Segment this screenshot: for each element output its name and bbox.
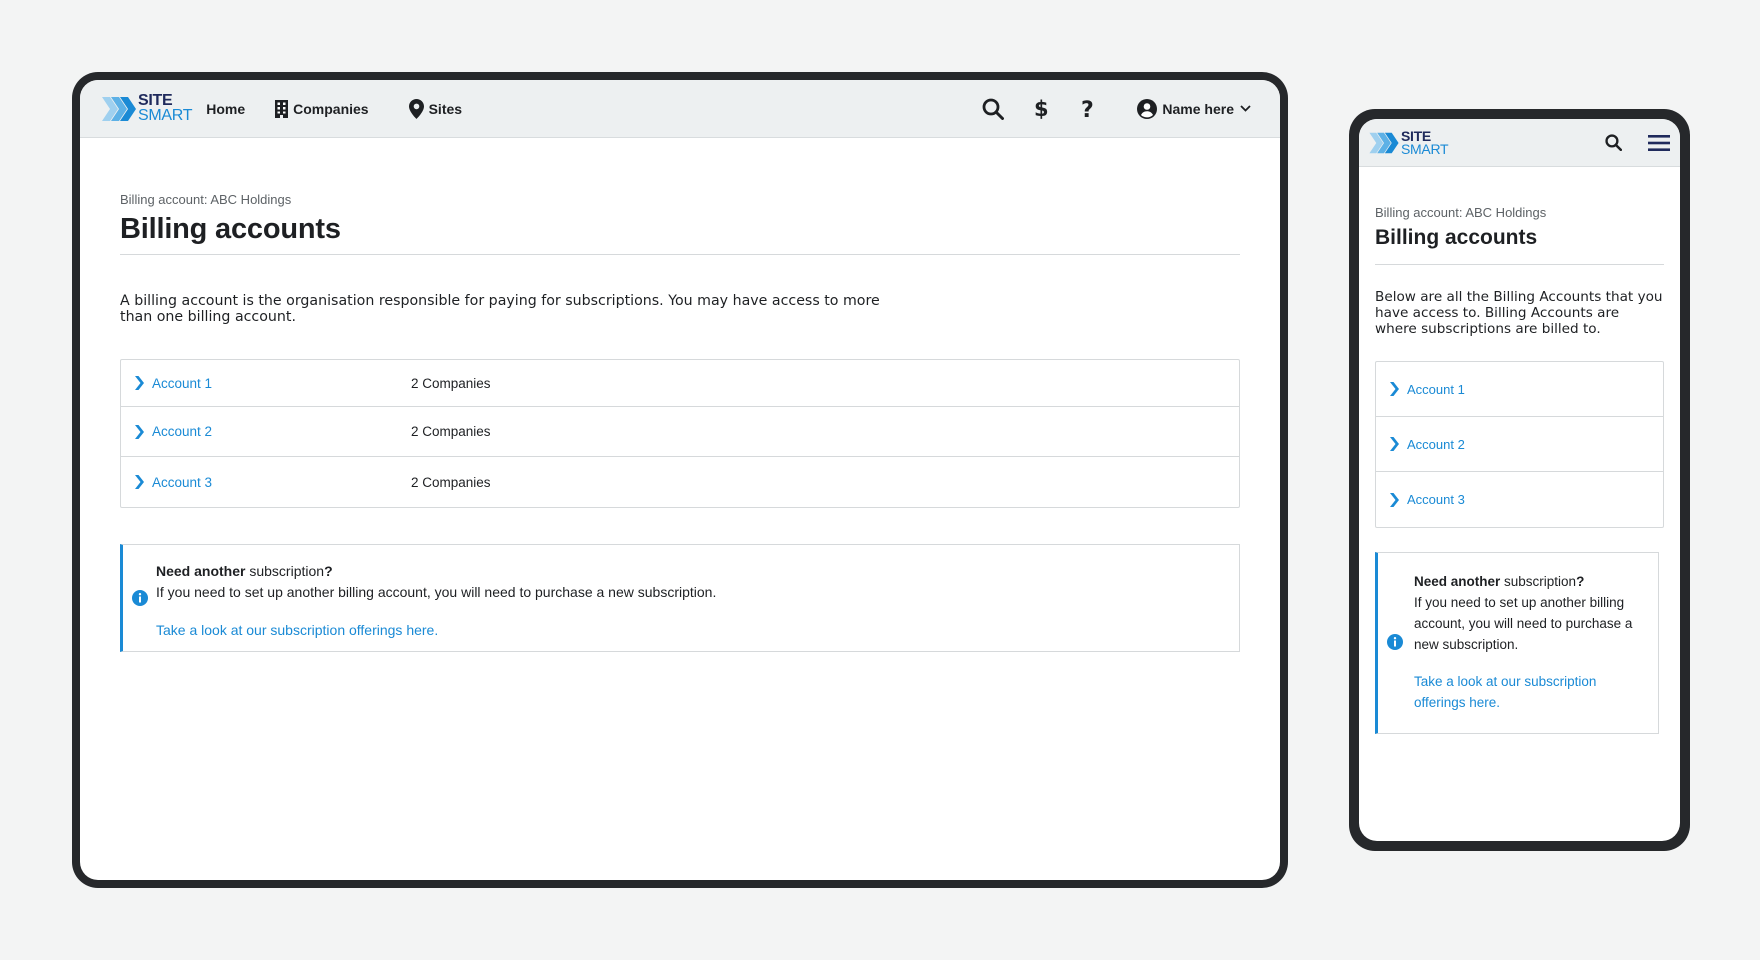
account-company-count: 2 Companies (411, 474, 491, 490)
search-icon[interactable] (981, 97, 1005, 121)
info-title-end: ? (1576, 574, 1585, 589)
account-link[interactable]: Account 1 (1390, 382, 1465, 397)
svg-text:?: ? (1081, 98, 1094, 120)
logo-smart-text: SMART (138, 106, 193, 124)
chevron-right-icon (135, 424, 144, 439)
info-title-end: ? (324, 563, 333, 579)
building-icon (275, 99, 289, 118)
info-body: If you need to set up another billing ac… (1414, 595, 1633, 652)
info-title-bold: Need another (1414, 574, 1501, 589)
account-link[interactable]: Account 2 (135, 424, 411, 439)
subscription-offerings-link[interactable]: Take a look at our subscription offering… (1414, 671, 1638, 713)
nav-companies-label: Companies (293, 100, 369, 117)
logo-smart-text: SMART (1401, 140, 1449, 157)
svg-text:$: $ (1034, 98, 1048, 120)
page-description: Below are all the Billing Accounts that … (1375, 289, 1663, 337)
subscription-info-callout: Need another subscription? If you need t… (120, 544, 1240, 652)
user-avatar-icon (1137, 98, 1158, 119)
sitesmart-logo[interactable]: SITE SMART (102, 92, 193, 124)
info-title-rest: subscription (1500, 574, 1577, 589)
account-name: Account 3 (152, 474, 213, 490)
account-company-count: 2 Companies (411, 424, 491, 439)
sitesmart-logo[interactable]: SITE SMART (1369, 129, 1449, 157)
page-description: A billing account is the organisation re… (120, 293, 880, 325)
account-row[interactable]: Account 1 (1376, 362, 1663, 417)
desktop-device-frame: SITE SMART Home Companies Sites $ ? Name… (72, 72, 1288, 888)
info-title-rest: subscription (245, 563, 325, 579)
account-row[interactable]: Account 3 2 Companies (121, 457, 1239, 507)
dollar-icon[interactable]: $ (1029, 97, 1053, 121)
chevron-right-icon (1390, 437, 1399, 451)
account-row[interactable]: Account 2 (1376, 417, 1663, 472)
account-row[interactable]: Account 2 2 Companies (121, 407, 1239, 457)
account-name: Account 1 (1407, 381, 1465, 397)
info-icon (1387, 634, 1403, 650)
billing-accounts-list: Account 1 2 Companies Account 2 2 Compan… (120, 359, 1240, 508)
mobile-topbar-actions (1605, 134, 1670, 152)
chevrons-logo-icon (102, 95, 136, 123)
mobile-device-frame: SITE SMART Billing account: ABC Holdings… (1349, 109, 1690, 851)
breadcrumb: Billing account: ABC Holdings (1375, 205, 1547, 220)
account-company-count: 2 Companies (411, 375, 491, 391)
account-link[interactable]: Account 2 (1390, 437, 1465, 452)
map-pin-icon (408, 98, 424, 119)
account-link[interactable]: Account 3 (1390, 492, 1465, 507)
subscription-info-callout: Need another subscription? If you need t… (1375, 552, 1659, 734)
account-row[interactable]: Account 1 2 Companies (121, 360, 1239, 407)
chevron-down-icon (1240, 105, 1251, 112)
page-title: Billing accounts (120, 213, 341, 245)
account-row[interactable]: Account 3 (1376, 472, 1663, 527)
logo-wordmark: SITE SMART (138, 92, 193, 124)
hamburger-menu-icon[interactable] (1648, 134, 1670, 152)
account-link[interactable]: Account 3 (135, 475, 411, 490)
account-name: Account 1 (152, 375, 213, 391)
account-name: Account 3 (1407, 492, 1465, 507)
top-navigation-bar: SITE SMART Home Companies Sites $ ? Name… (80, 80, 1280, 138)
topbar-actions: $ ? Name here (981, 97, 1256, 121)
info-body: If you need to set up another billing ac… (156, 584, 717, 600)
info-title: Need another subscription? (156, 563, 1239, 579)
chevron-right-icon (1390, 382, 1399, 396)
user-name: Name here (1162, 100, 1234, 117)
title-divider (1375, 264, 1664, 265)
mobile-top-bar: SITE SMART (1359, 119, 1680, 167)
account-name: Account 2 (152, 424, 213, 439)
subscription-offerings-link[interactable]: Take a look at our subscription offering… (156, 622, 438, 638)
chevron-right-icon (1390, 492, 1399, 507)
question-icon[interactable]: ? (1077, 97, 1101, 121)
breadcrumb: Billing account: ABC Holdings (120, 192, 292, 207)
billing-accounts-list: Account 1 Account 2 Account 3 (1375, 361, 1664, 528)
chevron-right-icon (135, 376, 144, 390)
logo-wordmark: SITE SMART (1401, 129, 1449, 157)
chevrons-logo-icon (1369, 131, 1399, 155)
chevron-right-icon (135, 475, 144, 489)
nav-companies[interactable]: Companies (275, 99, 369, 118)
mobile-main-content: Billing account: ABC Holdings Billing ac… (1359, 205, 1680, 734)
desktop-main-content: Billing account: ABC Holdings Billing ac… (80, 192, 1280, 652)
account-name: Account 2 (1407, 436, 1465, 452)
account-link[interactable]: Account 1 (135, 376, 411, 391)
desktop-screen: SITE SMART Home Companies Sites $ ? Name… (80, 80, 1280, 880)
nav-sites[interactable]: Sites (408, 98, 463, 119)
info-icon (132, 590, 148, 606)
search-icon[interactable] (1605, 134, 1622, 151)
title-divider (120, 254, 1240, 255)
mobile-screen: SITE SMART Billing account: ABC Holdings… (1359, 119, 1680, 841)
main-nav: Home Companies Sites (206, 98, 502, 119)
user-menu[interactable]: Name here (1137, 98, 1256, 119)
nav-sites-label: Sites (428, 100, 463, 117)
page-title: Billing accounts (1375, 226, 1538, 249)
info-title: Need another subscription? (1414, 571, 1638, 592)
info-title-bold: Need another (156, 563, 246, 579)
nav-home[interactable]: Home (206, 101, 245, 117)
